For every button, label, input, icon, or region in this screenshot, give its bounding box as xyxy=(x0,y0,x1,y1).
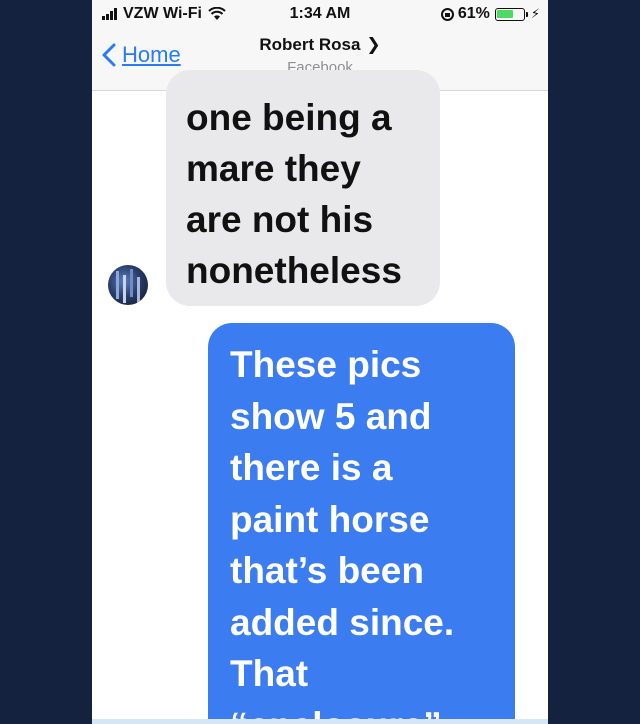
status-bar: VZW Wi-Fi 1:34 AM 61% ⚡ xyxy=(92,0,548,28)
battery-level xyxy=(497,10,513,18)
status-right: 61% ⚡ xyxy=(440,5,540,23)
bottom-edge xyxy=(92,719,548,724)
contact-name-button[interactable]: Robert Rosa ❯ xyxy=(92,35,548,55)
battery-tip xyxy=(525,11,528,17)
battery-icon xyxy=(494,7,525,21)
battery-percent: 61% xyxy=(457,5,490,22)
rotation-lock-icon xyxy=(440,7,454,21)
contact-avatar[interactable] xyxy=(108,265,148,305)
outgoing-message-text: These pics show 5 and there is a paint h… xyxy=(230,344,455,724)
chevron-right-icon: ❯ xyxy=(366,35,381,54)
incoming-message-text: one being a mare they are not his noneth… xyxy=(186,97,402,291)
incoming-message-bubble[interactable]: one being a mare they are not his noneth… xyxy=(166,70,440,306)
outgoing-message-bubble[interactable]: These pics show 5 and there is a paint h… xyxy=(208,323,515,724)
contact-name[interactable]: Robert Rosa xyxy=(259,35,360,54)
charging-icon: ⚡ xyxy=(530,6,540,21)
phone-screen: VZW Wi-Fi 1:34 AM 61% ⚡ Home Robert Rosa… xyxy=(92,0,548,724)
